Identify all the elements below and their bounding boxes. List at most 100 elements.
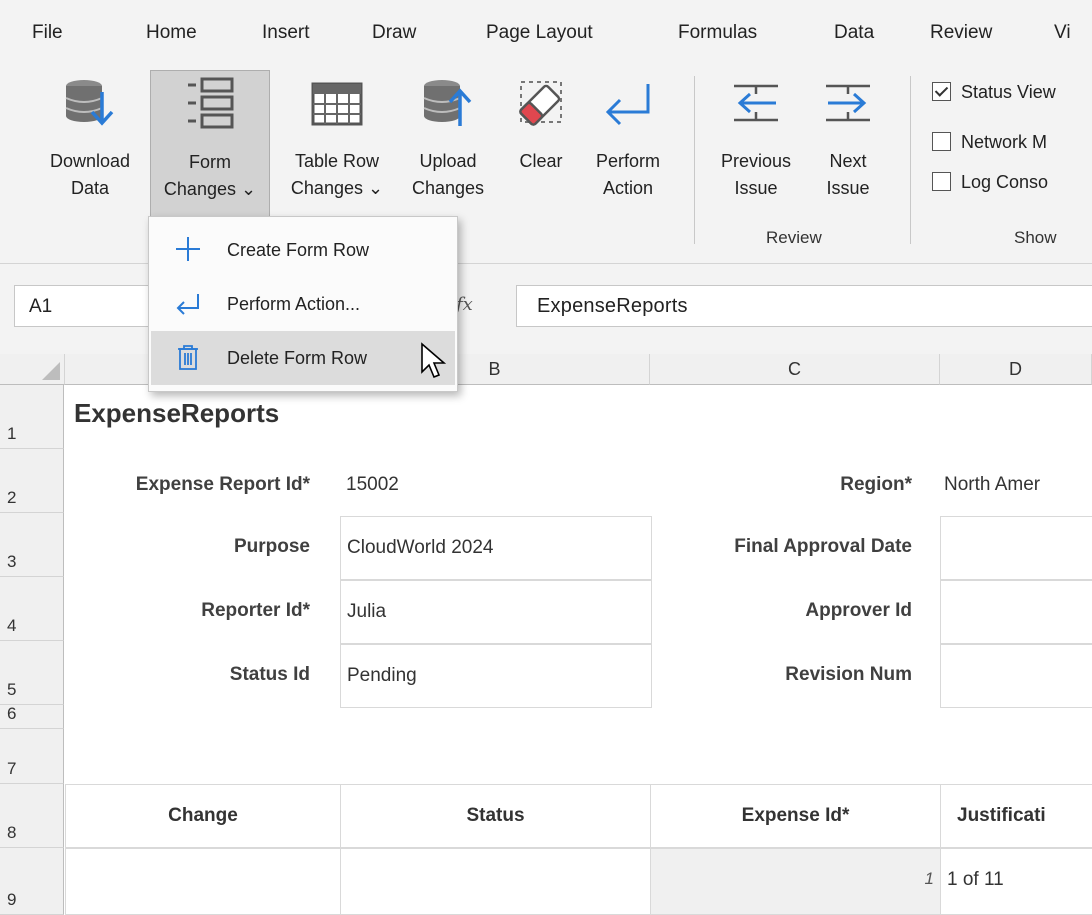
download-data-label: Download Data xyxy=(34,148,146,202)
field-value-status-id[interactable]: Pending xyxy=(340,644,652,708)
perform-action-label: Perform Action xyxy=(580,148,676,202)
tab-formulas[interactable]: Formulas xyxy=(678,22,757,44)
form-label-line2: Changes ⌄ xyxy=(163,179,257,199)
previous-label-line2: Issue xyxy=(734,178,778,198)
table-cell-justification[interactable]: 1 of 11 xyxy=(940,848,1092,915)
return-arrow-icon xyxy=(176,294,199,315)
field-value-expense-report-id[interactable]: 15002 xyxy=(346,474,399,496)
perform-action-button[interactable]: Perform Action xyxy=(580,70,676,218)
tab-draw[interactable]: Draw xyxy=(372,22,416,44)
upload-changes-button[interactable]: Upload Changes xyxy=(398,70,498,218)
table-cell-change[interactable] xyxy=(65,848,341,915)
tab-file[interactable]: File xyxy=(32,22,63,44)
clear-label: Clear xyxy=(504,148,578,175)
download-label-line1: Download xyxy=(49,151,131,171)
log-console-checkbox[interactable]: Log Conso xyxy=(932,172,1048,198)
table-cell-expense-id[interactable]: 1 xyxy=(650,848,941,915)
checkbox-unchecked-icon xyxy=(932,172,951,191)
field-label-purpose: Purpose xyxy=(233,536,310,557)
table-cell-status[interactable] xyxy=(340,848,651,915)
table-label-line1: Table Row xyxy=(294,151,380,171)
fx-icon[interactable]: fx xyxy=(456,294,473,315)
download-label-line2: Data xyxy=(70,178,110,198)
table-header-expense-id[interactable]: Expense Id* xyxy=(650,784,941,848)
field-value-final-approval-date[interactable] xyxy=(940,516,1092,580)
tab-insert[interactable]: Insert xyxy=(262,22,310,44)
select-all-triangle-icon xyxy=(42,362,60,380)
field-value-region[interactable]: North Amer xyxy=(944,474,1090,496)
next-label-line1: Next xyxy=(829,151,867,171)
row-header[interactable]: 9 xyxy=(0,848,64,915)
menu-item-perform-action[interactable]: Perform Action... xyxy=(151,277,455,331)
field-label-final-approval-date: Final Approval Date xyxy=(734,536,912,557)
row-header[interactable]: 6 xyxy=(0,704,64,729)
field-label-reporter-id: Reporter Id* xyxy=(201,600,310,621)
clear-button[interactable]: Clear xyxy=(504,70,578,218)
download-data-button[interactable]: Download Data xyxy=(34,70,146,218)
plus-icon xyxy=(176,237,200,261)
return-arrow-icon xyxy=(605,84,650,126)
database-upload-icon xyxy=(423,80,472,126)
group-label-review: Review xyxy=(766,228,822,247)
column-header-d[interactable]: D xyxy=(940,354,1092,385)
row-number: 7 xyxy=(7,759,17,778)
tab-view[interactable]: Vi xyxy=(1054,22,1071,44)
form-changes-button[interactable]: Form Changes ⌄ xyxy=(150,70,270,218)
upload-changes-label: Upload Changes xyxy=(398,148,498,202)
row-header[interactable]: 4 xyxy=(0,577,64,641)
column-header-c[interactable]: C xyxy=(650,354,940,385)
select-all-corner[interactable] xyxy=(0,354,65,385)
table-header-justification[interactable]: Justificati xyxy=(940,784,1092,848)
row-number: 3 xyxy=(7,552,17,571)
row-number: 1 xyxy=(7,424,17,443)
clear-label-line1: Clear xyxy=(519,151,563,171)
menu-item-delete-form-row[interactable]: Delete Form Row xyxy=(151,331,455,385)
field-value-revision-num[interactable] xyxy=(940,644,1092,708)
table-header-status[interactable]: Status xyxy=(340,784,651,848)
next-issue-label: Next Issue xyxy=(810,148,886,202)
menu-item-create-form-row[interactable]: Create Form Row xyxy=(151,223,455,277)
status-view-checkbox[interactable]: Status View xyxy=(932,82,1056,108)
checkbox-checked-icon xyxy=(932,82,951,101)
form-rows-icon xyxy=(188,77,234,129)
menu-item-label: Delete Form Row xyxy=(227,348,368,368)
field-value-purpose[interactable]: CloudWorld 2024 xyxy=(340,516,652,580)
row-number: 5 xyxy=(7,680,17,699)
table-header-change[interactable]: Change xyxy=(65,784,341,848)
upload-label-line2: Changes xyxy=(411,178,485,198)
field-value-reporter-id[interactable]: Julia xyxy=(340,580,652,644)
network-monitor-label: Network M xyxy=(961,132,1048,152)
trash-icon xyxy=(178,345,198,370)
previous-issue-icon xyxy=(734,84,778,122)
perform-label-line2: Action xyxy=(602,178,654,198)
field-label-revision-num: Revision Num xyxy=(785,664,912,685)
table-row-changes-button[interactable]: Table Row Changes ⌄ xyxy=(276,70,398,218)
database-download-icon xyxy=(65,80,114,126)
formula-input[interactable]: ExpenseReports xyxy=(516,285,1092,327)
row-header[interactable]: 5 xyxy=(0,641,64,705)
row-header[interactable]: 8 xyxy=(0,784,64,848)
row-header[interactable]: 3 xyxy=(0,513,64,577)
eraser-icon xyxy=(519,81,562,126)
tab-page-layout[interactable]: Page Layout xyxy=(486,22,593,44)
field-value-approver-id[interactable] xyxy=(940,580,1092,644)
perform-label-line1: Perform xyxy=(595,151,660,171)
row-header[interactable]: 7 xyxy=(0,729,64,784)
row-number: 8 xyxy=(7,823,17,842)
sheet-title: ExpenseReports xyxy=(74,398,280,428)
table-row-changes-label: Table Row Changes ⌄ xyxy=(276,148,398,202)
menu-item-label: Create Form Row xyxy=(227,240,370,260)
ribbon-separator xyxy=(910,76,911,244)
field-label-approver-id: Approver Id xyxy=(805,600,912,621)
row-header[interactable]: 2 xyxy=(0,449,64,513)
network-monitor-checkbox[interactable]: Network M xyxy=(932,132,1047,158)
field-label-expense-report-id: Expense Report Id* xyxy=(135,474,310,495)
tab-review[interactable]: Review xyxy=(930,22,992,44)
form-label-line1: Form xyxy=(189,152,231,172)
next-issue-button[interactable]: Next Issue xyxy=(810,70,886,218)
tab-data[interactable]: Data xyxy=(834,22,874,44)
previous-issue-label: Previous Issue xyxy=(708,148,804,202)
tab-home[interactable]: Home xyxy=(146,22,197,44)
row-header[interactable]: 1 xyxy=(0,385,64,449)
previous-issue-button[interactable]: Previous Issue xyxy=(708,70,804,218)
